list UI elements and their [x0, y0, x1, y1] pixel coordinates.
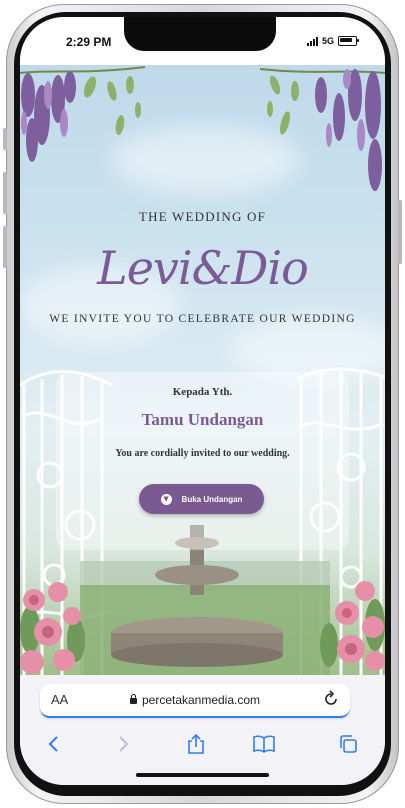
roses-right-illustration	[320, 581, 385, 671]
battery-icon	[338, 36, 359, 46]
side-button-volume-down	[3, 226, 7, 268]
browser-toolbar	[20, 727, 385, 761]
side-button-mute	[3, 128, 7, 150]
wedding-title: THE WEDDING OF	[138, 209, 267, 224]
open-invitation-label: Buka Undangan	[181, 494, 243, 504]
forward-button[interactable]	[106, 727, 140, 761]
home-indicator[interactable]	[136, 773, 269, 777]
tabs-button[interactable]	[331, 727, 365, 761]
couple-names: Levi&Dio	[97, 241, 309, 295]
dynamic-island	[124, 17, 276, 51]
forward-icon	[119, 736, 129, 752]
side-button-power	[398, 200, 402, 264]
tabs-icon	[340, 735, 357, 753]
phone-screen: 2:29 PM 5G THE WEDDING OF Levi&Dio WE IN…	[20, 17, 385, 785]
side-button-volume-up	[3, 172, 7, 214]
cordial-text: You are cordially invited to our wedding…	[115, 448, 290, 459]
bookmarks-button[interactable]	[247, 727, 281, 761]
reload-icon[interactable]	[322, 690, 340, 708]
url-text: percetakanmedia.com	[141, 693, 261, 707]
url-display[interactable]: percetakanmedia.com	[40, 693, 350, 707]
lock-icon	[129, 694, 137, 704]
browser-bar: AA percetakanmedia.com	[20, 675, 385, 785]
roses-left-illustration	[20, 582, 85, 674]
status-indicators: 5G	[306, 36, 359, 46]
invite-line: WE INVITE YOU TO CELEBRATE OUR WEDDING	[49, 313, 356, 325]
status-time: 2:29 PM	[66, 35, 112, 49]
status-bar: 2:29 PM 5G	[20, 17, 385, 65]
signal-icon	[306, 36, 318, 46]
arrow-down-circle-icon: ▼	[160, 493, 172, 505]
back-icon	[48, 736, 58, 752]
share-icon	[188, 733, 204, 754]
wisteria-right-illustration	[259, 68, 385, 191]
guest-name: Tamu Undangan	[141, 410, 264, 429]
guest-card: Kepada Yth. Tamu Undangan You are cordia…	[56, 372, 349, 550]
invitation-page[interactable]: THE WEDDING OF Levi&Dio WE INVITE YOU TO…	[20, 65, 385, 675]
wisteria-left-illustration	[20, 66, 146, 162]
address-bar[interactable]: AA percetakanmedia.com	[40, 684, 350, 718]
open-invitation-button[interactable]: ▼ Buka Undangan	[139, 484, 264, 514]
kepada-label: Kepada Yth.	[172, 386, 233, 398]
back-button[interactable]	[37, 727, 71, 761]
bookmarks-icon	[253, 735, 275, 753]
share-button[interactable]	[179, 727, 213, 761]
network-label: 5G	[321, 36, 334, 46]
